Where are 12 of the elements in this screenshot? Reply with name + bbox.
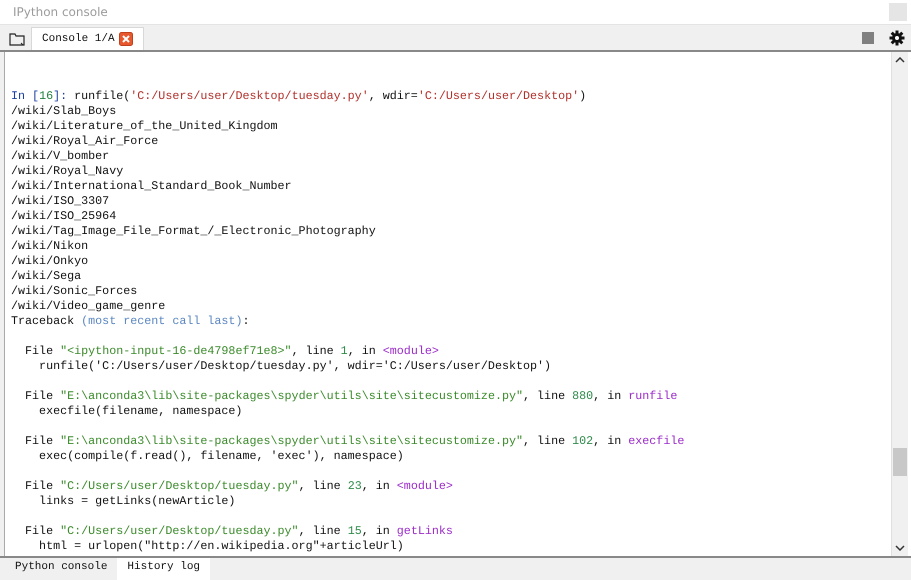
folder-icon[interactable] <box>9 32 25 46</box>
console-tab[interactable]: Console 1/A <box>31 27 144 50</box>
scrollbar[interactable] <box>891 52 908 556</box>
panel-tab[interactable]: History log <box>117 558 210 580</box>
console-output: In [16]: runfile('C:/Users/user/Desktop/tuesday.py', wdir='C:/Users/user/Desktop') /wiki/Slab_Boys /wiki/Literature_of_the_United_Kingdom /wiki/Royal_Air_Force /wiki/V_bomber /wiki/Royal_Navy /wiki/International_Standard_Book_Number /wiki/ISO_3307 /wiki/ISO_25964 /wiki/Tag_Image_File_Format_/_Electronic_Photography /wiki/Nikon /wiki/Onkyo /wiki/Sega /wiki/Sonic_Forces /wiki/Video_game_genre Traceback (most recent call last): File "<ipython-input-16-de4798ef71e8>", line 1, in <module> runfile('C:/Users/user/Desktop/tuesday.py', wdir='C:/Users/user/Desktop') File "E:\anconda3\lib\site-packages\spyder\utils\site\sitecustomize.py", line 880, in runfile execfile(filename, namespace) File "E:\anconda3\lib\site-packages\spyder\utils\site\sitecustomize.py", line 102, in execfile exec(compile(f.read(), filename, 'exec'), namespace) File "C:/Users/user/Desktop/tuesday.py", line 23, in <module> links = getLinks(newArticle) File "C:/Users/user/Desktop/tuesday.py", line 15, in getLinks html = urlopen("http://en.wikipedia.org"+articleUrl) <box>10 88 686 555</box>
settings-icon[interactable] <box>889 30 905 46</box>
panel-title: IPython console <box>13 5 109 19</box>
tab-label: Console 1/A <box>42 33 115 45</box>
scroll-down-icon[interactable] <box>895 545 905 551</box>
scrollbar-thumb[interactable] <box>893 448 907 476</box>
scroll-up-icon[interactable] <box>895 57 905 63</box>
close-icon[interactable] <box>118 32 133 46</box>
